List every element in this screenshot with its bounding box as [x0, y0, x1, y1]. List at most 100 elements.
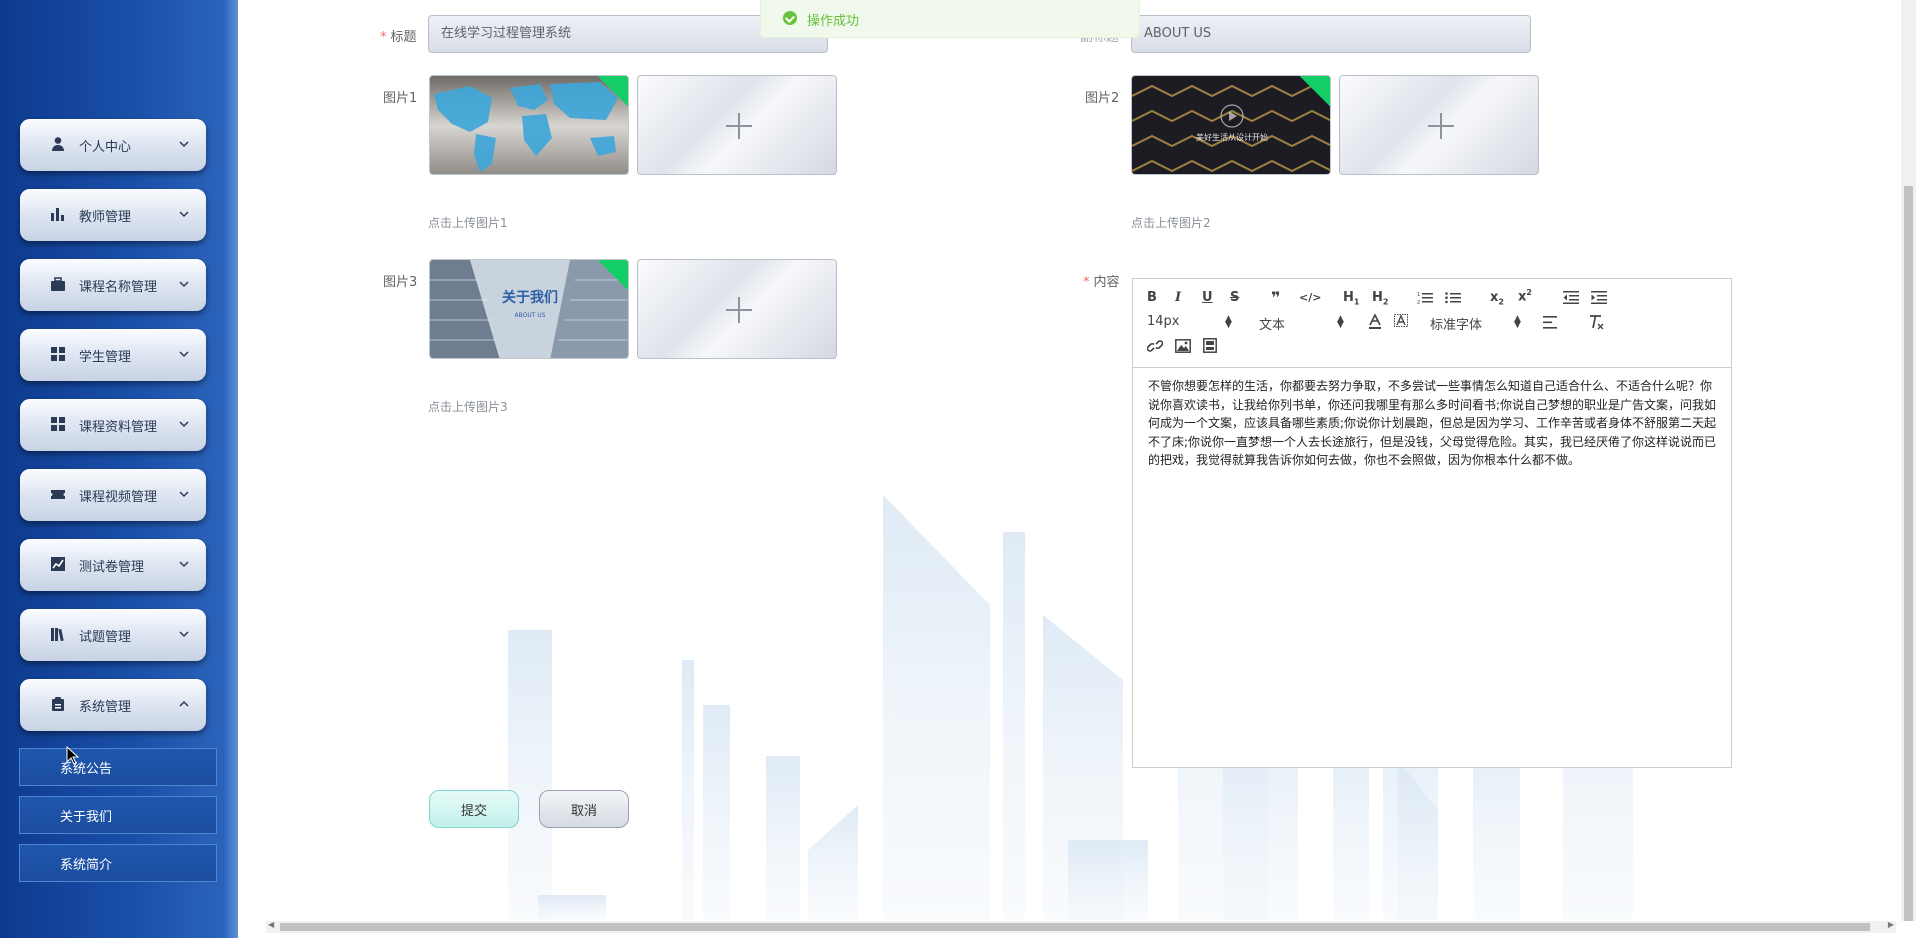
- required-asterisk: *: [1083, 275, 1090, 290]
- chevron-down-icon: [179, 491, 189, 498]
- editor-content[interactable]: 不管你想要怎样的生活，你都要去努力争取，不多尝试一些事情怎么知道自己适合什么、不…: [1148, 377, 1718, 470]
- image2-label: 图片2: [1085, 91, 1120, 106]
- superscript-button[interactable]: x2: [1518, 288, 1532, 304]
- vertical-scrollbar[interactable]: [1901, 0, 1916, 921]
- heading2-button[interactable]: H2: [1372, 290, 1388, 307]
- menu-item-test-paper-management[interactable]: 测试卷管理: [20, 539, 206, 591]
- menu-label: 课程名称管理: [79, 280, 158, 295]
- menu-item-system-management[interactable]: 系统管理: [20, 679, 206, 731]
- ticket-icon: [51, 490, 65, 499]
- horizontal-scrollbar[interactable]: ◀ ▶: [266, 920, 1896, 933]
- font-color-icon[interactable]: [1368, 314, 1382, 330]
- font-size-select[interactable]: 14px ▲ ▼: [1147, 314, 1235, 330]
- submenu-label: 关于我们: [60, 809, 113, 825]
- underline-button[interactable]: U: [1202, 290, 1213, 305]
- background-color-icon[interactable]: [1394, 314, 1408, 330]
- menu-item-student-management[interactable]: 学生管理: [20, 329, 206, 381]
- subscript-button[interactable]: x2: [1490, 290, 1504, 307]
- books-icon: [51, 628, 64, 642]
- image3-label: 图片3: [383, 275, 418, 290]
- svg-text:2: 2: [1417, 300, 1420, 305]
- image3-upload-tip: 点击上传图片3: [428, 400, 508, 414]
- menu-label: 个人中心: [79, 140, 132, 155]
- menu-item-course-material-management[interactable]: 课程资料管理: [20, 399, 206, 451]
- image3-subtitle: ABOUT US: [514, 312, 545, 319]
- chevron-down-icon: [179, 421, 189, 428]
- video-icon[interactable]: [1203, 338, 1217, 353]
- font-size-value: 14px: [1147, 314, 1180, 329]
- trend-chart-icon: [51, 557, 65, 571]
- select-arrows-icon: ▲ ▼: [1514, 314, 1521, 330]
- strike-button[interactable]: S: [1230, 290, 1239, 305]
- main-content: *标题 在线学习过程管理系统 副标题 ABOUT US 图片1 点击上传图片1 …: [238, 0, 1916, 938]
- blockquote-icon[interactable]: ❞: [1271, 288, 1280, 307]
- image3-thumbnail[interactable]: 关于我们 ABOUT US: [429, 259, 629, 359]
- bullet-list-icon[interactable]: [1445, 291, 1461, 305]
- ordered-list-icon[interactable]: 12: [1417, 291, 1433, 305]
- image1-upload-button[interactable]: [637, 75, 837, 175]
- mouse-cursor-icon: [66, 746, 80, 765]
- image3-title: 关于我们: [502, 289, 558, 306]
- image3-upload-button[interactable]: [637, 259, 837, 359]
- select-arrows-icon: ▲ ▼: [1337, 314, 1344, 330]
- menu-item-course-video-management[interactable]: 课程视频管理: [20, 469, 206, 521]
- scrollbar-thumb[interactable]: [1904, 186, 1913, 921]
- cancel-button[interactable]: 取消: [539, 790, 629, 828]
- chevron-up-icon: [179, 700, 189, 707]
- submenu-item-system-intro[interactable]: 系统简介: [19, 844, 217, 882]
- image2-upload-button[interactable]: [1339, 75, 1539, 175]
- sidebar: 个人中心 教师管理 课程名称管理 学生管理 课程资料管理 课程视频管理 测试卷管…: [0, 0, 238, 938]
- scrollbar-thumb[interactable]: [280, 923, 1870, 931]
- font-family-value: 标准字体: [1430, 318, 1483, 333]
- chevron-down-icon: [179, 211, 189, 218]
- image-icon[interactable]: [1175, 339, 1191, 353]
- sidebar-edge: [224, 0, 238, 938]
- plus-icon-vertical: [1440, 113, 1442, 139]
- image1-upload-tip: 点击上传图片1: [428, 216, 508, 230]
- submit-button[interactable]: 提交: [429, 790, 519, 828]
- grid-icon: [51, 347, 65, 361]
- scroll-right-arrow-icon[interactable]: ▶: [1888, 920, 1894, 929]
- menu-item-personal-center[interactable]: 个人中心: [20, 119, 206, 171]
- plus-icon-vertical: [738, 113, 740, 139]
- chevron-down-icon: [179, 351, 189, 358]
- clear-format-icon[interactable]: [1588, 314, 1604, 330]
- indent-icon[interactable]: [1591, 291, 1607, 304]
- submenu-label: 系统简介: [60, 857, 113, 873]
- heading1-button[interactable]: H1: [1343, 290, 1359, 307]
- bar-chart-icon: [51, 208, 64, 221]
- menu-item-question-management[interactable]: 试题管理: [20, 609, 206, 661]
- align-icon[interactable]: [1543, 316, 1559, 329]
- subtitle-input[interactable]: ABOUT US: [1131, 15, 1531, 53]
- chevron-down-icon: [179, 281, 189, 288]
- toast-message: 操作成功: [807, 14, 860, 29]
- font-family-select[interactable]: 标准字体 ▲ ▼: [1430, 314, 1524, 334]
- submenu-item-about-us[interactable]: 关于我们: [19, 796, 217, 834]
- image2-caption: 美好生活从设计开始: [1196, 132, 1268, 142]
- menu-label: 教师管理: [79, 210, 132, 225]
- menu-label: 学生管理: [79, 350, 132, 365]
- select-arrows-icon: ▲ ▼: [1225, 314, 1232, 330]
- menu-item-teacher-management[interactable]: 教师管理: [20, 189, 206, 241]
- success-toast: 操作成功: [760, 0, 1140, 38]
- menu-label: 系统管理: [79, 700, 132, 715]
- scroll-left-arrow-icon[interactable]: ◀: [268, 920, 274, 929]
- header-select[interactable]: 文本 ▲ ▼: [1259, 314, 1347, 334]
- clipboard-icon: [52, 697, 64, 711]
- editor-toolbar: B I U S ❞ </> H1 H2 12 x2 x2 14px ▲ ▼ 文本 ▲ ▼…: [1133, 279, 1731, 368]
- italic-button[interactable]: I: [1175, 290, 1181, 305]
- image2-upload-tip: 点击上传图片2: [1131, 216, 1211, 230]
- bold-button[interactable]: B: [1147, 290, 1157, 305]
- code-block-icon[interactable]: </>: [1299, 291, 1321, 304]
- outdent-icon[interactable]: [1563, 291, 1579, 304]
- building-image: 关于我们 ABOUT US: [430, 260, 628, 358]
- submenu-item-system-announcement[interactable]: 系统公告: [19, 748, 217, 786]
- image1-thumbnail[interactable]: [429, 75, 629, 175]
- user-icon: [52, 137, 64, 151]
- chevron-down-icon: [179, 631, 189, 638]
- menu-label: 测试卷管理: [79, 560, 145, 575]
- image2-thumbnail[interactable]: 美好生活从设计开始: [1131, 75, 1331, 175]
- link-icon[interactable]: [1147, 339, 1163, 353]
- menu-item-course-name-management[interactable]: 课程名称管理: [20, 259, 206, 311]
- title-label: * 标题: [380, 26, 417, 45]
